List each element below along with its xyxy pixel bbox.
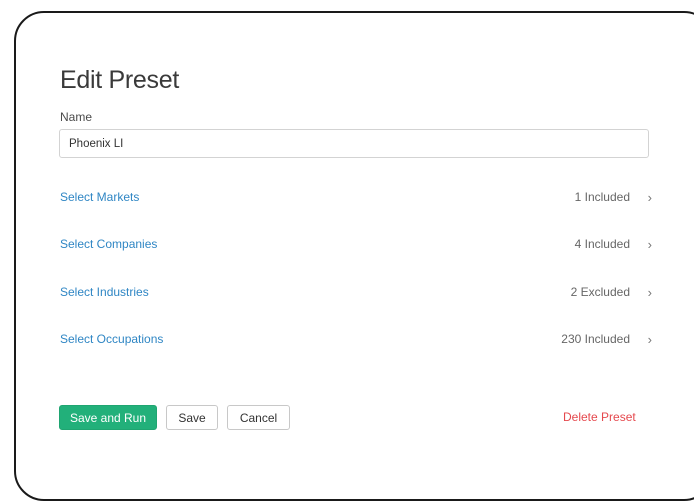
name-input[interactable] — [59, 129, 649, 158]
save-button[interactable]: Save — [166, 405, 218, 430]
dialog-title: Edit Preset — [60, 66, 179, 94]
select-companies-link[interactable]: Select Companies — [60, 237, 157, 251]
select-industries-row[interactable]: Select Industries 2 Excluded › — [60, 281, 652, 303]
select-industries-link[interactable]: Select Industries — [60, 285, 149, 299]
select-occupations-row[interactable]: Select Occupations 230 Included › — [60, 328, 652, 350]
industries-status: 2 Excluded — [570, 285, 630, 299]
chevron-right-icon[interactable]: › — [630, 190, 652, 205]
chevron-right-icon[interactable]: › — [630, 237, 652, 252]
chevron-right-icon[interactable]: › — [630, 285, 652, 300]
delete-preset-link[interactable]: Delete Preset — [563, 410, 636, 424]
chevron-right-icon[interactable]: › — [630, 332, 652, 347]
markets-status: 1 Included — [574, 190, 630, 204]
companies-status: 4 Included — [574, 237, 630, 251]
select-markets-row[interactable]: Select Markets 1 Included › — [60, 186, 652, 208]
select-companies-row[interactable]: Select Companies 4 Included › — [60, 233, 652, 255]
name-label: Name — [60, 110, 93, 124]
select-markets-link[interactable]: Select Markets — [60, 190, 139, 204]
occupations-status: 230 Included — [561, 332, 630, 346]
save-and-run-button[interactable]: Save and Run — [59, 405, 157, 430]
select-occupations-link[interactable]: Select Occupations — [60, 332, 163, 346]
cancel-button[interactable]: Cancel — [227, 405, 290, 430]
